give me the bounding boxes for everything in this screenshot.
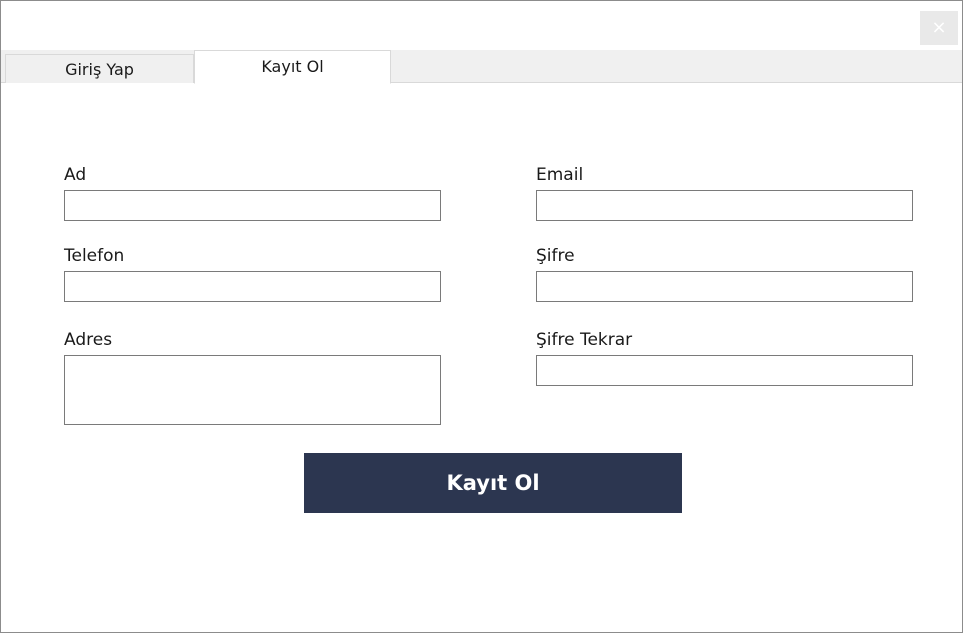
title-bar: ×	[1, 1, 962, 50]
tab-login[interactable]: Giriş Yap	[5, 54, 194, 83]
phone-input[interactable]	[64, 271, 441, 302]
email-label: Email	[536, 165, 584, 185]
tab-register[interactable]: Kayıt Ol	[194, 50, 391, 84]
password-input[interactable]	[536, 271, 913, 302]
close-icon: ×	[931, 17, 947, 38]
tab-strip: Giriş Yap Kayıt Ol	[1, 50, 962, 84]
name-input[interactable]	[64, 190, 441, 221]
address-label: Adres	[64, 330, 113, 350]
email-input[interactable]	[536, 190, 913, 221]
register-button[interactable]: Kayıt Ol	[304, 453, 682, 513]
register-window: × Giriş Yap Kayıt Ol Ad Telefon Adres Em…	[0, 0, 963, 633]
password-label: Şifre	[536, 246, 575, 266]
phone-label: Telefon	[64, 246, 125, 266]
password-confirm-input[interactable]	[536, 355, 913, 386]
password-confirm-label: Şifre Tekrar	[536, 330, 633, 350]
close-button[interactable]: ×	[920, 11, 958, 45]
address-textarea[interactable]	[64, 355, 441, 425]
name-label: Ad	[64, 165, 87, 185]
